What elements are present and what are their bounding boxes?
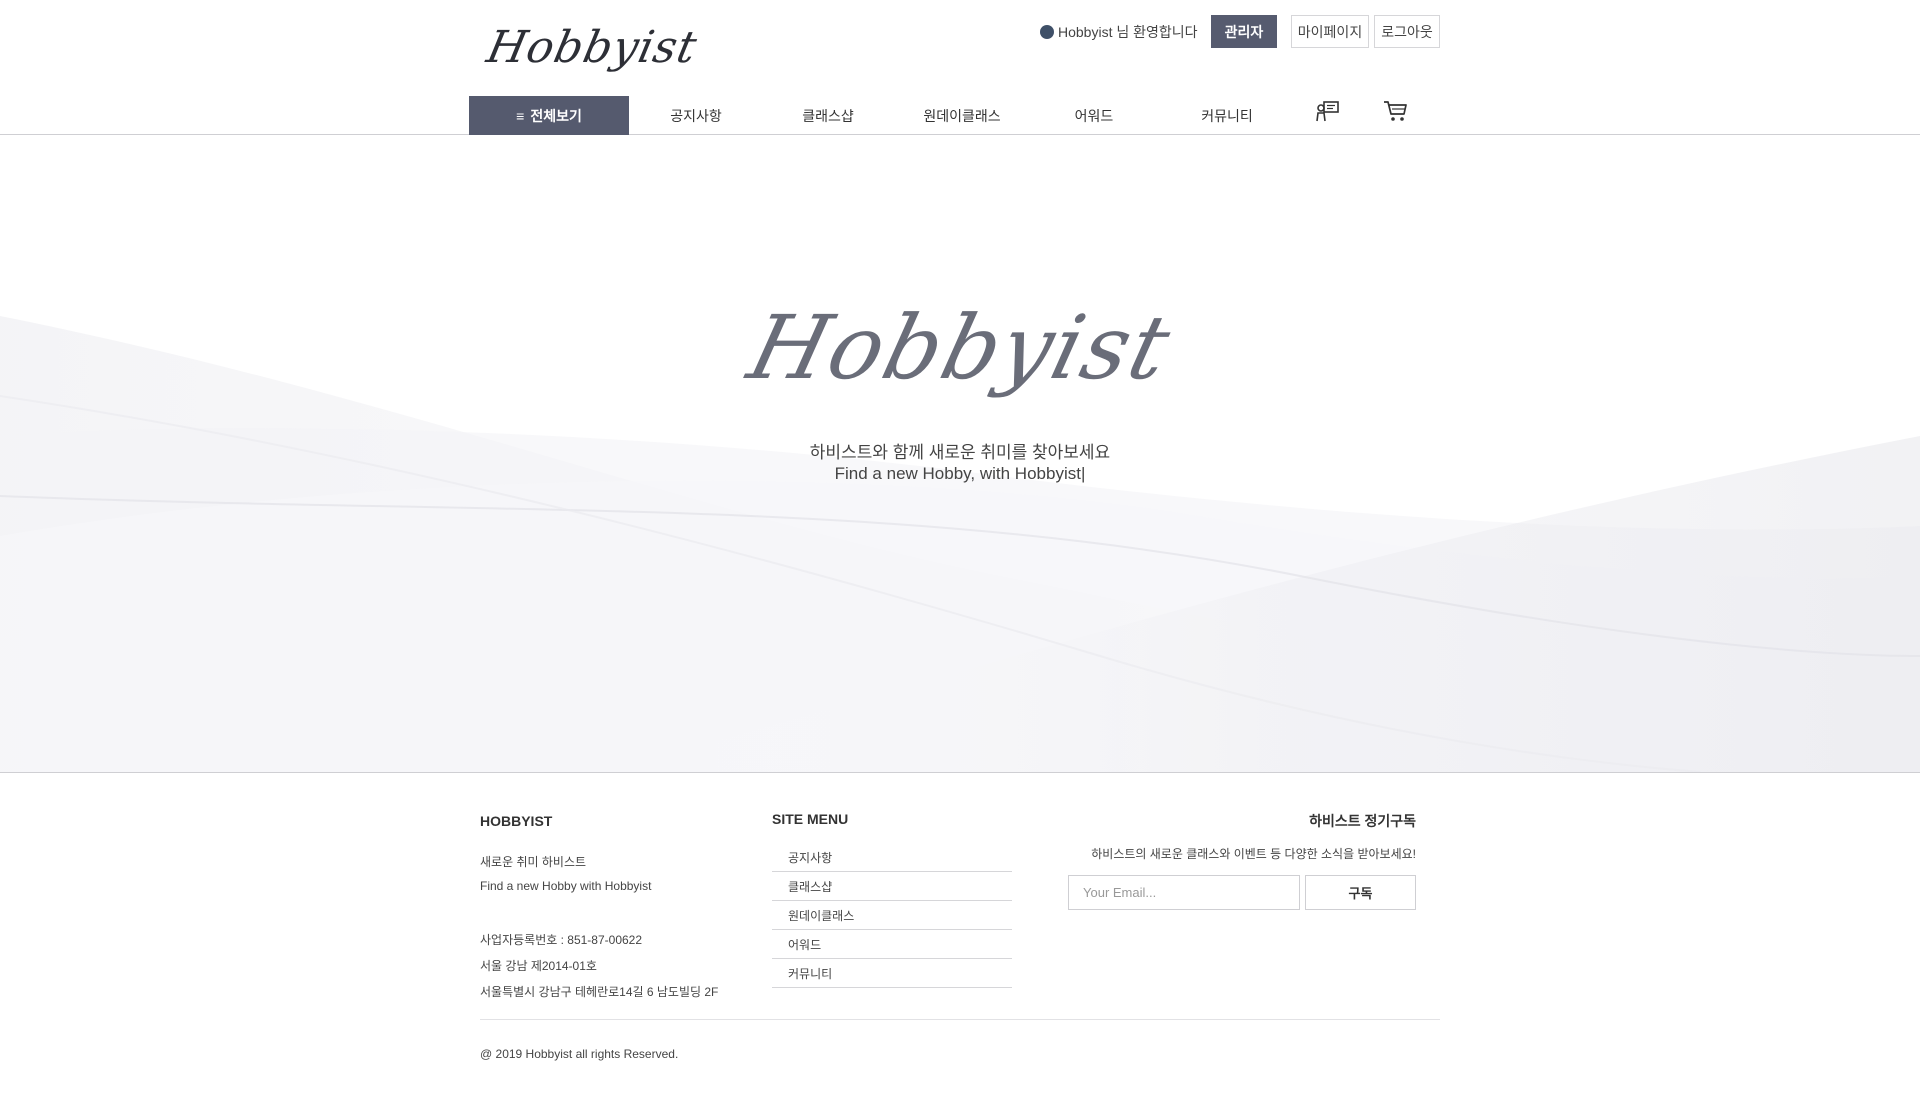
footer-subscribe-title: 하비스트 정기구독 [1309,813,1416,829]
footer-copyright: @ 2019 Hobbyist all rights Reserved. [480,1047,679,1061]
footer-reg-no: 서울 강남 제2014-01호 [480,959,597,973]
chat-icon[interactable] [1311,96,1345,126]
footer-subscribe-desc: 하비스트의 새로운 클래스와 이벤트 등 다양한 소식을 받아보세요! [1091,847,1416,861]
hero-logo: Hobbyist [738,296,1182,399]
nav-all-button[interactable]: ≡ 전체보기 [469,96,629,135]
nav-item-oneday[interactable]: 원데이클래스 [902,96,1022,135]
site-header: Hobbyist Hobbyist 님 환영합니다 관리자 마이페이지 로그아웃… [0,0,1920,135]
subscribe-email-input[interactable] [1068,875,1300,910]
cart-icon[interactable] [1379,96,1413,126]
welcome-suffix: 님 환영합니다 [1112,23,1198,40]
mypage-button[interactable]: 마이페이지 [1291,15,1369,48]
hero-banner: Hobbyist 하비스트와 함께 새로운 취미를 찾아보세요 Find a n… [0,136,1920,772]
nav-all-label: 전체보기 [530,107,582,124]
footer-company-line2: Find a new Hobby with Hobbyist [480,879,652,893]
admin-button[interactable]: 관리자 [1211,15,1277,48]
footer-menu-item-award[interactable]: 어워드 [772,930,1012,959]
hero-tagline-en: Find a new Hobby, with Hobbyist| [834,464,1086,483]
menu-icon: ≡ [516,107,525,124]
logout-button[interactable]: 로그아웃 [1374,15,1440,48]
nav-item-award[interactable]: 어워드 [1034,96,1154,135]
welcome-message: Hobbyist 님 환영합니다 [1040,15,1198,48]
footer-site-menu-title: SITE MENU [772,811,849,827]
footer-menu-item-community[interactable]: 커뮤니티 [772,959,1012,988]
hero-tagline-ko: 하비스트와 함께 새로운 취미를 찾아보세요 [809,443,1111,462]
nav-item-classshop[interactable]: 클래스샵 [768,96,888,135]
footer-company-line1: 새로운 취미 하비스트 [480,855,587,869]
footer-site-menu: 공지사항 클래스샵 원데이클래스 어워드 커뮤니티 [772,843,1012,988]
welcome-user: Hobbyist [1058,23,1113,40]
subscribe-button[interactable]: 구독 [1305,875,1416,910]
footer-company-title: HOBBYIST [480,813,553,829]
footer-divider [480,1019,1440,1020]
nav-item-notice[interactable]: 공지사항 [636,96,756,135]
footer-biz-no: 사업자등록번호 : 851-87-00622 [480,933,643,947]
site-logo[interactable]: Hobbyist [483,22,702,73]
main-nav: ≡ 전체보기 [469,96,629,135]
footer-address: 서울특별시 강남구 테헤란로14길 6 남도빌딩 2F [480,985,719,999]
nav-item-community[interactable]: 커뮤니티 [1167,96,1287,135]
footer-menu-item-oneday[interactable]: 원데이클래스 [772,901,1012,930]
footer-menu-item-notice[interactable]: 공지사항 [772,843,1012,872]
user-avatar-icon [1040,24,1054,39]
footer-menu-item-classshop[interactable]: 클래스샵 [772,872,1012,901]
site-footer: HOBBYIST 새로운 취미 하비스트 Find a new Hobby wi… [0,772,1920,1093]
